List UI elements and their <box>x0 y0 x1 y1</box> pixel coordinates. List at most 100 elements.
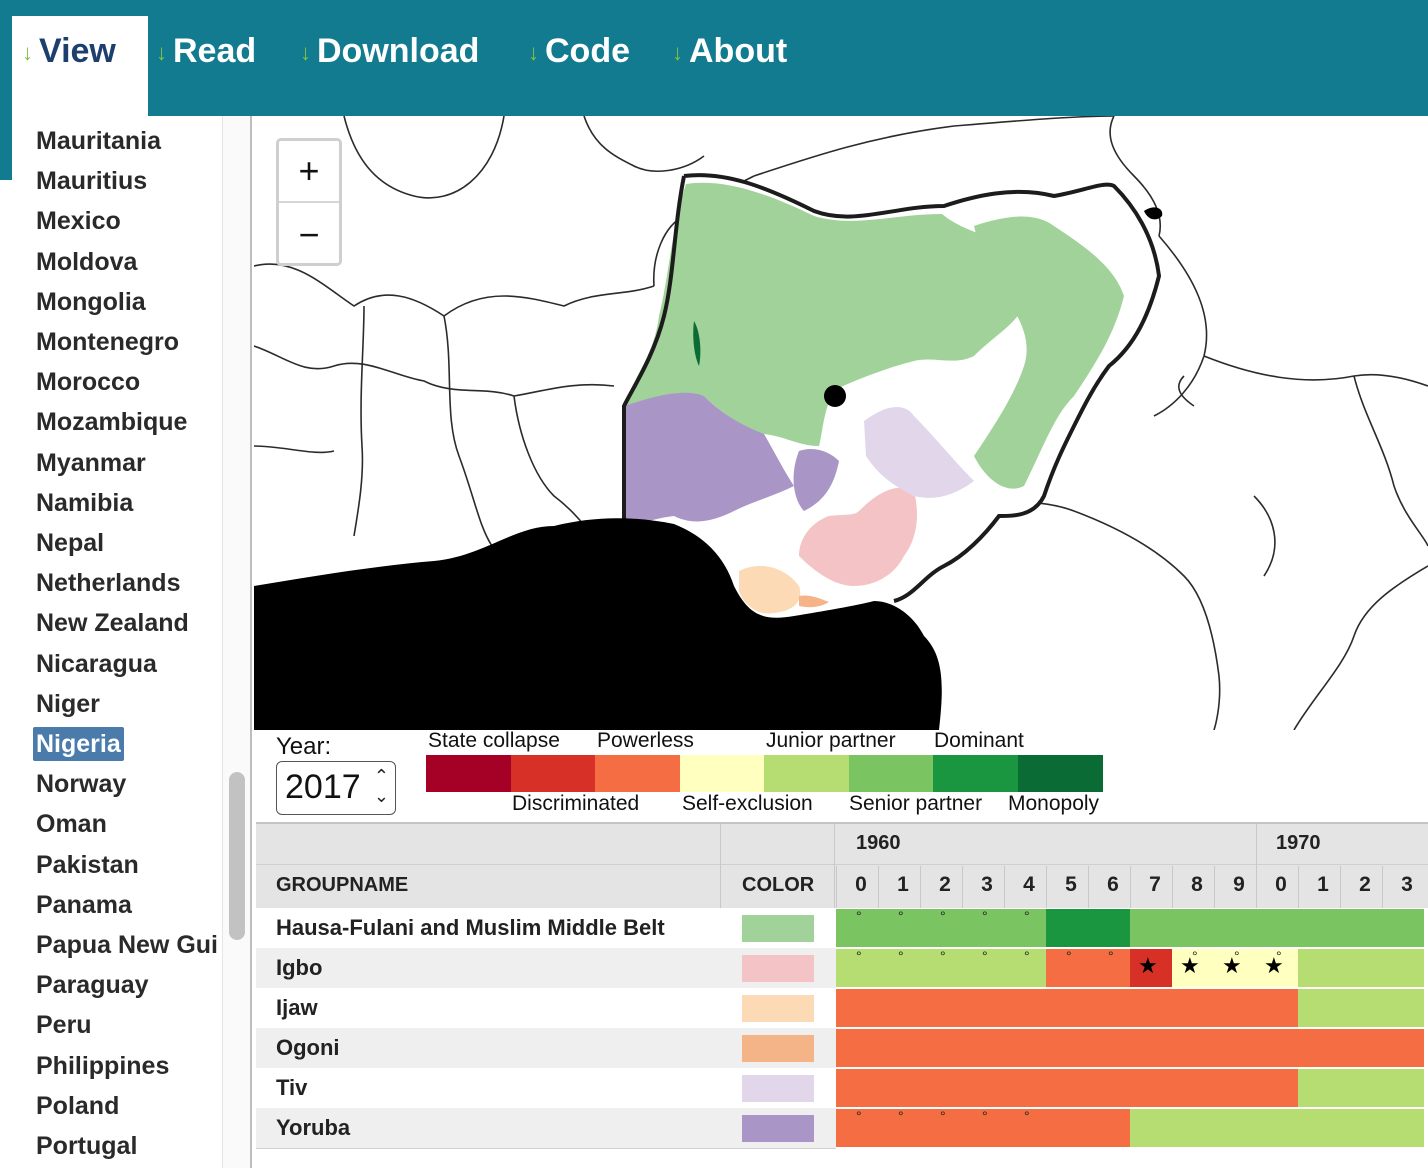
legend-swatch <box>595 755 680 792</box>
country-item[interactable]: Niger <box>36 684 100 724</box>
war-star-icon: ★ <box>1180 953 1200 978</box>
nav-tab-label: Code <box>545 32 630 70</box>
zoom-divider <box>279 201 339 203</box>
conflict-dot-icon: ° <box>982 908 988 924</box>
legend-label: Junior partner <box>766 729 896 752</box>
decade-header: 1960 <box>856 832 901 854</box>
legend-label: Senior partner <box>849 792 983 815</box>
country-item[interactable]: Oman <box>36 804 107 844</box>
year-divider <box>1214 866 1215 908</box>
year-value: 2017 <box>285 768 361 806</box>
group-name: Yoruba <box>276 1115 351 1140</box>
year-divider <box>1256 866 1257 908</box>
year-divider <box>878 866 879 908</box>
down-arrow-icon: ↓ <box>156 40 167 65</box>
legend-label: Dominant <box>934 729 1024 752</box>
year-divider <box>836 866 837 908</box>
groupname-header[interactable]: GROUPNAME <box>276 874 408 897</box>
year-label: Year: <box>276 733 332 760</box>
year-header: 0 <box>855 873 867 896</box>
year-divider <box>1130 866 1131 908</box>
country-item[interactable]: Philippines <box>36 1046 169 1086</box>
table-top-border <box>256 822 1428 824</box>
conflict-dot-icon: ° <box>1066 948 1072 964</box>
status-segment <box>1130 909 1424 947</box>
zoom-control: + − <box>276 138 342 266</box>
country-item[interactable]: Nigeria <box>33 727 124 761</box>
country-item[interactable]: Mozambique <box>36 402 187 442</box>
table-bottom-line <box>256 1148 836 1149</box>
year-header: 6 <box>1107 873 1119 896</box>
country-item[interactable]: Portugal <box>36 1126 137 1166</box>
status-segment <box>1298 949 1424 987</box>
legend-label: Self-exclusion <box>682 792 813 815</box>
legend-swatch <box>848 755 934 792</box>
nav-tab-view[interactable]: ↓ View <box>12 16 148 116</box>
conflict-dot-icon: ° <box>898 1108 904 1124</box>
country-item[interactable]: Namibia <box>36 483 133 523</box>
year-header: 5 <box>1065 873 1077 896</box>
country-item[interactable]: Myanmar <box>36 443 146 483</box>
legend-swatch <box>933 755 1018 792</box>
decade-divider <box>1256 822 1257 866</box>
country-item[interactable]: Morocco <box>36 362 140 402</box>
war-star-icon: ★ <box>1138 953 1158 978</box>
country-item[interactable]: Papua New Gui <box>36 925 218 965</box>
nav-tab-download[interactable]: ↓ Download <box>292 16 514 116</box>
country-list-scrollbar-track[interactable] <box>222 116 252 1168</box>
country-item[interactable]: Nepal <box>36 523 104 563</box>
nav-tab-read[interactable]: ↓ Read <box>148 16 288 116</box>
legend-swatch <box>764 755 849 792</box>
group-color-swatch <box>742 915 814 942</box>
legend-swatch <box>679 755 765 792</box>
country-item[interactable]: Netherlands <box>36 563 180 603</box>
country-item[interactable]: Poland <box>36 1086 119 1126</box>
status-segment <box>836 1029 1424 1067</box>
color-header[interactable]: COLOR <box>742 874 814 897</box>
conflict-dot-icon: ° <box>898 908 904 924</box>
country-item[interactable]: Nicaragua <box>36 644 157 684</box>
country-item[interactable]: Mauritania <box>36 121 161 161</box>
country-item[interactable]: Paraguay <box>36 965 149 1005</box>
conflict-dot-icon: ° <box>1108 948 1114 964</box>
country-item[interactable]: Mongolia <box>36 282 146 322</box>
decade-header: 1970 <box>1276 832 1321 854</box>
conflict-dot-icon: ° <box>982 948 988 964</box>
status-segment <box>1298 1069 1424 1107</box>
nav-tab-code[interactable]: ↓ Code <box>520 16 660 116</box>
spinner-arrows-icon[interactable]: ⌃ ⌄ <box>374 766 389 806</box>
status-segment <box>836 989 1298 1027</box>
conflict-dot-icon: ° <box>856 948 862 964</box>
nav-tab-about[interactable]: ↓ About <box>664 16 814 116</box>
year-header: 1 <box>897 873 909 896</box>
year-spinner-input[interactable]: 2017 ⌃ ⌄ <box>276 761 396 815</box>
status-segment <box>1130 1109 1424 1147</box>
conflict-dot-icon: ° <box>898 948 904 964</box>
map-canvas <box>254 116 1428 730</box>
conflict-dot-icon: ° <box>1024 908 1030 924</box>
country-item[interactable]: Montenegro <box>36 322 179 362</box>
country-item[interactable]: Panama <box>36 885 132 925</box>
country-item[interactable]: New Zealand <box>36 603 189 643</box>
year-header: 3 <box>981 873 993 896</box>
nav-tab-label: View <box>39 32 116 70</box>
country-item[interactable]: Moldova <box>36 242 137 282</box>
country-item[interactable]: Pakistan <box>36 845 139 885</box>
year-header: 1 <box>1317 873 1329 896</box>
war-star-icon: ★ <box>1222 953 1242 978</box>
zoom-in-button[interactable]: + <box>279 141 339 201</box>
down-arrow-icon: ↓ <box>528 40 539 65</box>
map-view[interactable] <box>254 116 1428 730</box>
zoom-out-button[interactable]: − <box>279 205 339 265</box>
country-item[interactable]: Mexico <box>36 201 121 241</box>
year-header: 3 <box>1401 873 1413 896</box>
header-divider <box>256 864 1428 865</box>
year-divider <box>1172 866 1173 908</box>
country-item[interactable]: Peru <box>36 1005 92 1045</box>
group-color-swatch <box>742 995 814 1022</box>
status-segment <box>1046 909 1130 947</box>
country-item[interactable]: Mauritius <box>36 161 147 201</box>
legend-label: Monopoly <box>1008 792 1100 815</box>
country-list-scrollbar-thumb[interactable] <box>229 772 245 940</box>
country-item[interactable]: Norway <box>36 764 126 804</box>
